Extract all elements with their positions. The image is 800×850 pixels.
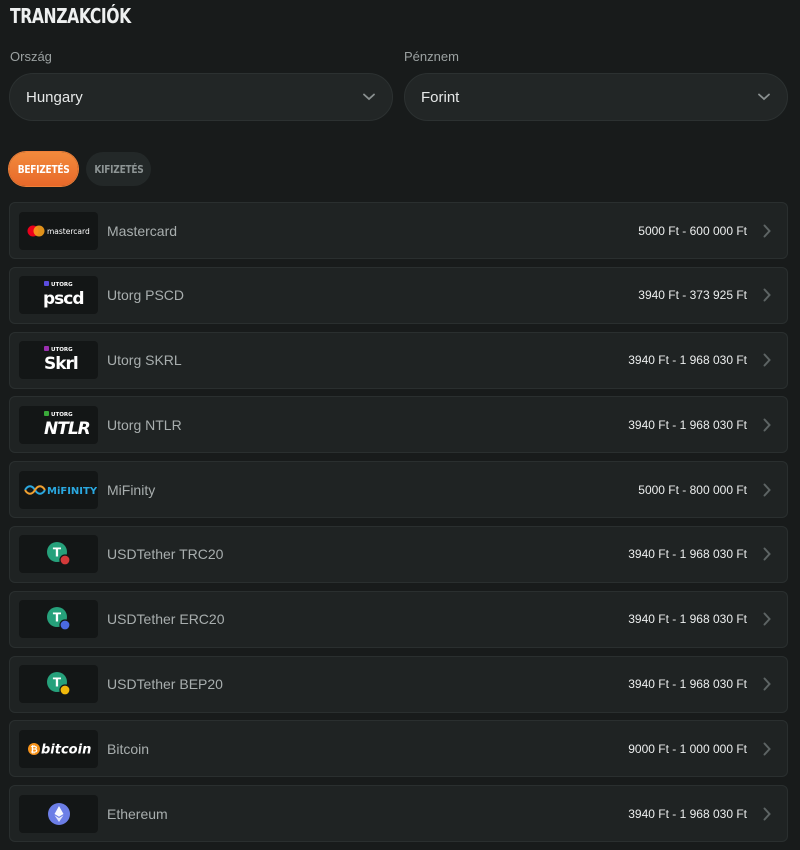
payment-method-row-tether-bep20[interactable]: T USDTether BEP20 3940 Ft - 1 968 030 Ft <box>9 655 788 713</box>
chevron-right-icon <box>763 546 773 562</box>
chevron-right-icon <box>763 611 773 627</box>
payment-method-row-utorg-skrl[interactable]: UTORG Skrl Utorg SKRL 3940 Ft - 1 968 03… <box>9 331 788 389</box>
chevron-right-icon <box>763 417 773 433</box>
chevron-right-icon <box>763 676 773 692</box>
payment-method-row-tether-erc20[interactable]: T USDTether ERC20 3940 Ft - 1 968 030 Ft <box>9 590 788 648</box>
mastercard-logo-icon: mastercard <box>19 211 98 250</box>
payment-method-row-bitcoin[interactable]: ₿ bitcoin Bitcoin 9000 Ft - 1 000 000 Ft <box>9 720 788 778</box>
ethereum-logo-icon <box>19 794 98 833</box>
payment-method-name: Mastercard <box>107 222 178 239</box>
payment-method-name: Utorg SKRL <box>107 352 182 369</box>
payment-method-range: 5000 Ft - 600 000 Ft <box>638 223 747 238</box>
payment-method-name: USDTether BEP20 <box>107 676 223 693</box>
svg-text:UTORG: UTORG <box>51 282 73 288</box>
tab-deposit[interactable]: BEFIZETÉS <box>9 152 78 186</box>
payment-method-name: Ethereum <box>107 805 168 822</box>
country-value: Hungary <box>26 88 83 106</box>
chevron-right-icon <box>763 482 773 498</box>
currency-label: Pénznem <box>404 49 459 64</box>
chevron-down-icon <box>757 90 771 104</box>
country-select[interactable]: Hungary <box>9 73 393 121</box>
svg-text:MiFINITY: MiFINITY <box>47 486 97 497</box>
chevron-right-icon <box>763 741 773 757</box>
tab-deposit-label: BEFIZETÉS <box>17 162 70 176</box>
payment-method-row-mastercard[interactable]: mastercard Mastercard 5000 Ft - 600 000 … <box>9 202 788 259</box>
tab-withdrawal[interactable]: KIFIZETÉS <box>86 152 151 186</box>
utorg-ntlr-logo-icon: UTORG NTLR <box>19 405 98 444</box>
payment-method-row-tether-trc20[interactable]: T USDTether TRC20 3940 Ft - 1 968 030 Ft <box>9 525 788 583</box>
payment-method-row-ethereum[interactable]: Ethereum 3940 Ft - 1 968 030 Ft <box>9 785 788 843</box>
payment-method-range: 3940 Ft - 1 968 030 Ft <box>628 806 747 821</box>
svg-text:pscd: pscd <box>43 289 84 309</box>
payment-method-name: Utorg NTLR <box>107 416 182 433</box>
tether-trc20-logo-icon: T <box>19 535 98 574</box>
chevron-right-icon <box>763 223 773 239</box>
payment-method-row-mifinity[interactable]: MiFINITY MiFinity 5000 Ft - 800 000 Ft <box>9 461 788 519</box>
payment-method-range: 3940 Ft - 1 968 030 Ft <box>628 677 747 692</box>
chevron-right-icon <box>763 806 773 822</box>
page-title: TRANZAKCIÓK <box>10 4 131 28</box>
svg-text:bitcoin: bitcoin <box>41 742 91 757</box>
payment-method-range: 5000 Ft - 800 000 Ft <box>638 482 747 497</box>
payment-method-name: MiFinity <box>107 481 156 498</box>
payment-method-range: 3940 Ft - 1 968 030 Ft <box>628 547 747 562</box>
tether-erc20-logo-icon: T <box>19 600 98 639</box>
payment-method-range: 3940 Ft - 1 968 030 Ft <box>628 353 747 368</box>
country-label: Ország <box>10 49 52 64</box>
payment-method-range: 9000 Ft - 1 000 000 Ft <box>628 741 747 756</box>
currency-select[interactable]: Forint <box>404 73 788 121</box>
svg-text:Skrl: Skrl <box>44 354 78 374</box>
chevron-right-icon <box>763 287 773 303</box>
payment-method-name: USDTether ERC20 <box>107 611 225 628</box>
currency-value: Forint <box>421 88 460 106</box>
svg-text:UTORG: UTORG <box>51 412 73 418</box>
payment-method-list: mastercard Mastercard 5000 Ft - 600 000 … <box>9 202 788 850</box>
utorg-pscd-logo-icon: UTORG pscd <box>19 276 98 315</box>
payment-method-name: USDTether TRC20 <box>107 546 224 563</box>
utorg-skrl-logo-icon: UTORG Skrl <box>19 341 98 380</box>
payment-method-range: 3940 Ft - 1 968 030 Ft <box>628 612 747 627</box>
bitcoin-logo-icon: ₿ bitcoin <box>19 729 98 768</box>
tab-withdrawal-label: KIFIZETÉS <box>93 162 144 176</box>
chevron-right-icon <box>763 352 773 368</box>
payment-method-row-utorg-ntlr[interactable]: UTORG NTLR Utorg NTLR 3940 Ft - 1 968 03… <box>9 396 788 454</box>
payment-method-range: 3940 Ft - 373 925 Ft <box>638 288 747 303</box>
tether-bep20-logo-icon: T <box>19 665 98 704</box>
svg-text:mastercard: mastercard <box>47 227 90 236</box>
payment-method-name: Bitcoin <box>107 740 150 757</box>
svg-text:NTLR: NTLR <box>44 419 90 439</box>
payment-method-row-utorg-pscd[interactable]: UTORG pscd Utorg PSCD 3940 Ft - 373 925 … <box>9 266 788 324</box>
payment-method-name: Utorg PSCD <box>107 287 185 304</box>
svg-text:UTORG: UTORG <box>51 347 73 353</box>
payment-method-range: 3940 Ft - 1 968 030 Ft <box>628 417 747 432</box>
svg-text:₿: ₿ <box>30 744 37 755</box>
mifinity-logo-icon: MiFINITY <box>19 470 98 509</box>
chevron-down-icon <box>362 90 376 104</box>
